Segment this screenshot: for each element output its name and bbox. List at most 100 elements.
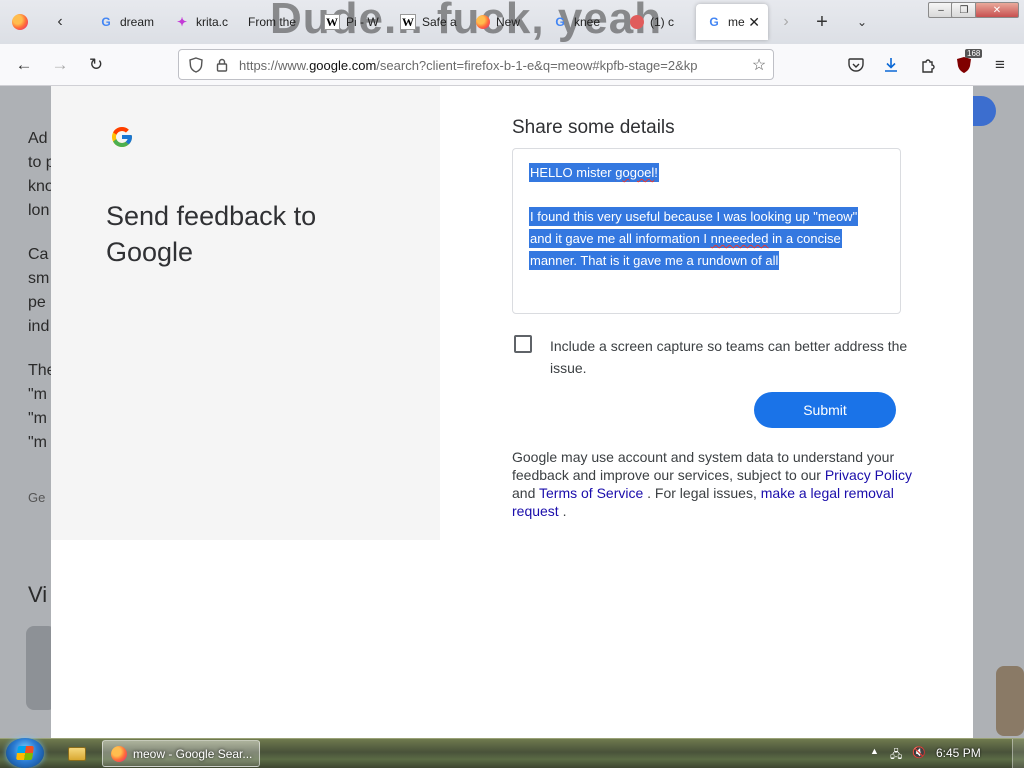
tab-title: knee xyxy=(574,15,601,29)
ublock-extension-button[interactable]: 168 xyxy=(951,49,983,77)
screen-capture-checkbox[interactable] xyxy=(514,335,532,353)
tab-title: (1) c xyxy=(650,15,674,29)
volume-muted-icon[interactable]: 🔇 xyxy=(912,746,926,759)
close-tab-icon[interactable]: ✕ xyxy=(748,14,760,31)
list-all-tabs-button[interactable]: ⌄ xyxy=(850,10,874,34)
dialog-left-panel: Send feedback to Google xyxy=(51,86,440,540)
selected-text-line: and it gave me all information I nneeede… xyxy=(529,229,842,248)
feedback-dialog: Send feedback to Google Share some detai… xyxy=(51,86,973,738)
tab-title: Safe a xyxy=(422,15,457,29)
tab-title: New xyxy=(496,15,521,29)
url-text[interactable]: https://www.google.com/search?client=fir… xyxy=(239,58,744,73)
tab-new[interactable]: New xyxy=(466,4,536,40)
feedback-textarea[interactable]: HELLO mister gogoel! I found this very u… xyxy=(512,148,901,314)
google-icon: G xyxy=(709,15,719,29)
selected-text-line: manner. That is it gave me a rundown of … xyxy=(529,251,780,270)
selected-text-line: HELLO mister gogoel! xyxy=(529,163,659,182)
text-fragment: ind xyxy=(28,318,50,335)
text-fragment: sm xyxy=(28,270,50,287)
menu-button[interactable]: ≡ xyxy=(987,53,1013,77)
details-heading: Share some details xyxy=(512,117,675,138)
text-fragment: "m xyxy=(28,410,48,427)
wikipedia-icon: W xyxy=(324,14,340,30)
bookmark-star-icon[interactable]: ☆ xyxy=(750,56,768,74)
navigation-toolbar: ← → ↻ https://www.google.com/search?clie… xyxy=(0,44,1024,86)
dialog-title: Send feedback to Google xyxy=(106,201,317,267)
firefox-view-button[interactable] xyxy=(0,4,40,40)
tab-dream[interactable]: G dream xyxy=(88,4,154,40)
downloads-button[interactable] xyxy=(878,53,904,77)
tab-from-the[interactable]: From the xyxy=(238,4,308,40)
windows-taskbar: meow - Google Sear... ▲ 🖧 🔇 6:45 PM xyxy=(0,738,1024,768)
screen-capture-label[interactable]: Include a screen capture so teams can be… xyxy=(550,335,910,379)
text-fragment: Ca xyxy=(28,246,49,263)
windows-logo-icon xyxy=(16,746,34,760)
show-desktop-button[interactable] xyxy=(1012,739,1024,768)
tab-title: krita.c xyxy=(196,15,229,29)
extensions-button[interactable] xyxy=(915,53,941,77)
wikipedia-icon: W xyxy=(400,14,416,30)
text-fragment: Ge xyxy=(28,490,46,505)
tab-reddit[interactable]: (1) c xyxy=(620,4,690,40)
text-fragment: kno xyxy=(28,178,54,195)
firefox-taskbar-button[interactable]: meow - Google Sear... xyxy=(102,740,260,767)
folder-icon xyxy=(68,747,86,761)
tabs-scroll-left-button[interactable]: ‹ xyxy=(48,10,72,34)
google-icon: G xyxy=(101,15,111,29)
taskbar-task-label: meow - Google Sear... xyxy=(133,746,253,761)
text-fragment: pe xyxy=(28,294,46,311)
legal-disclaimer: Google may use account and system data t… xyxy=(512,449,912,519)
pocket-icon xyxy=(848,57,864,72)
tracking-protection-shield-icon[interactable] xyxy=(187,56,205,74)
misspelled-word: gogoel xyxy=(615,165,655,180)
tabs-scroll-right-button[interactable]: › xyxy=(774,10,798,34)
url-bar[interactable]: https://www.google.com/search?client=fir… xyxy=(178,49,774,80)
back-button[interactable]: ← xyxy=(11,53,37,77)
google-icon: G xyxy=(555,15,565,29)
explorer-taskbar-button[interactable] xyxy=(58,742,96,766)
tab-safe-wikipedia[interactable]: W Safe a xyxy=(390,4,460,40)
firefox-icon xyxy=(111,745,127,762)
text-fragment: "m xyxy=(28,434,48,451)
firefox-icon xyxy=(476,15,490,29)
reload-button[interactable]: ↻ xyxy=(83,53,109,77)
tab-krita[interactable]: ✦ krita.c xyxy=(164,4,234,40)
selected-text-line: I found this very useful because I was l… xyxy=(529,207,859,226)
tab-strip: Dude... fuck, yeah ‹ G dream ✦ krita.c F… xyxy=(0,0,1024,44)
text-fragment: lon xyxy=(28,202,50,219)
tab-title: From the xyxy=(248,15,297,29)
reddit-icon xyxy=(630,15,644,29)
tab-title: Pi - W xyxy=(346,15,379,29)
download-icon xyxy=(885,58,897,72)
submit-button[interactable]: Submit xyxy=(754,392,896,428)
lock-icon[interactable] xyxy=(213,56,231,74)
text-fragment: Ad xyxy=(28,130,48,147)
tab-title: dream xyxy=(120,15,154,29)
tab-meow-active[interactable]: G me ✕ xyxy=(696,4,768,40)
tab-title: me xyxy=(728,15,745,29)
network-icon[interactable]: 🖧 xyxy=(890,746,902,765)
start-button[interactable] xyxy=(6,738,44,768)
krita-icon: ✦ xyxy=(176,15,188,29)
system-clock[interactable]: 6:45 PM xyxy=(936,746,981,760)
tab-pi-wikipedia[interactable]: W Pi - W xyxy=(314,4,384,40)
restore-button[interactable]: ❐ xyxy=(951,2,977,18)
text-fragment: "m xyxy=(28,386,48,403)
show-hidden-icons-arrow-icon[interactable]: ▲ xyxy=(870,746,879,756)
misspelled-word: nneeeded xyxy=(710,231,769,246)
hamburger-menu-icon: ≡ xyxy=(995,55,1005,74)
ublock-shield-icon xyxy=(957,57,971,73)
tab-knee[interactable]: G knee xyxy=(542,4,612,40)
pocket-button[interactable] xyxy=(843,53,869,77)
close-window-button[interactable]: ✕ xyxy=(975,2,1019,18)
puzzle-piece-icon xyxy=(922,59,935,73)
forward-button[interactable]: → xyxy=(47,53,73,77)
privacy-policy-link[interactable]: Privacy Policy xyxy=(825,467,912,483)
video-thumbnail xyxy=(996,666,1024,736)
google-logo-icon xyxy=(112,127,132,147)
firefox-icon xyxy=(12,14,28,30)
text-fragment: Vi xyxy=(28,582,48,607)
extension-badge-count: 168 xyxy=(965,49,983,58)
new-tab-button[interactable]: + xyxy=(810,10,834,34)
terms-of-service-link[interactable]: Terms of Service xyxy=(539,485,643,501)
